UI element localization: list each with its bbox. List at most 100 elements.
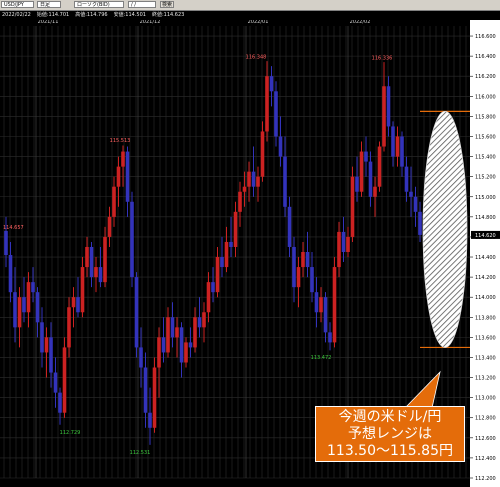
candle-body [107, 216, 112, 237]
candle-body [359, 151, 364, 192]
candle-body [202, 312, 206, 328]
candle-body [139, 347, 143, 368]
candle-body [382, 86, 386, 147]
candle-body [206, 282, 211, 313]
date-input[interactable]: / / [128, 1, 156, 8]
candle-body [67, 307, 71, 348]
candle-body [233, 211, 238, 247]
candle-body [224, 241, 229, 268]
search-button[interactable]: 検索 [160, 1, 174, 8]
candle-body [71, 297, 76, 308]
candle-body [98, 267, 103, 283]
candle-body [238, 191, 242, 212]
candle-body [400, 136, 404, 167]
callout-line-1: 今週の米ドル/円 [338, 409, 442, 425]
low-label-nov: 112.729 [60, 430, 81, 436]
candle-body [251, 171, 256, 187]
candle-body [85, 246, 89, 268]
y-tick-label: 112.800 [475, 416, 496, 422]
candle-body [229, 241, 233, 247]
x-tick-label: 2021/12 [140, 20, 161, 25]
y-tick-label: 113.400 [475, 355, 496, 361]
candle-body [301, 252, 305, 268]
y-tick-label: 112.600 [475, 436, 496, 442]
candle-body [260, 131, 265, 177]
candle-body [170, 317, 175, 338]
candle-body [418, 211, 422, 235]
callout-line-3: 113.50〜115.85円 [327, 443, 453, 459]
timeframe-select[interactable]: 日足 [37, 1, 61, 8]
info-high: 高値:114.796 [75, 12, 108, 18]
ohlc-info-bar: 2022/02/22 始値:114.701 高値:114.796 安値:114.501… [0, 11, 500, 19]
y-tick-label: 116.600 [475, 34, 496, 40]
candle-body [265, 76, 269, 132]
high-label-jan: 116.348 [246, 54, 267, 60]
toolbar: USD/JPY 日足 ローソク(BID) / / 検索 [0, 0, 500, 11]
candle-body [332, 267, 337, 343]
candle-body [112, 186, 116, 217]
y-tick-label: 116.000 [475, 94, 496, 100]
candle-body [4, 230, 8, 256]
candle-body [242, 186, 247, 192]
candle-body [80, 267, 85, 313]
candle-body [22, 297, 26, 313]
candle-body [328, 332, 332, 343]
candle-body [409, 191, 413, 197]
candle-body [341, 231, 346, 252]
candle-body [292, 246, 296, 288]
candle-body [283, 156, 287, 207]
candle-body [31, 282, 35, 293]
candle-body [76, 297, 80, 313]
y-tick-label: 113.800 [475, 315, 496, 321]
y-tick-label: 114.000 [475, 295, 496, 301]
candle-body [103, 236, 107, 283]
candle-body [323, 297, 328, 333]
candle-body [143, 367, 148, 413]
candle-body [274, 91, 278, 137]
candle-body [247, 171, 251, 187]
x-tick-label: 2022/02 [350, 20, 371, 25]
symbol-select[interactable]: USD/JPY [1, 1, 34, 8]
low-label-jan: 113.472 [311, 355, 332, 361]
high-label-feb: 116.336 [372, 56, 393, 62]
candle-body [305, 252, 310, 268]
candle-body [256, 176, 260, 187]
chart-style-select[interactable]: ローソク(BID) [74, 1, 124, 8]
x-tick-label: 2022/01 [248, 20, 269, 25]
candle-body [89, 246, 94, 278]
left-edge-label: 114.657 [3, 225, 24, 231]
candle-body [319, 297, 323, 313]
candle-body [314, 292, 319, 313]
candle-body [337, 231, 341, 268]
y-tick-label: 113.600 [475, 335, 496, 341]
candle-body [35, 292, 40, 323]
candle-body [278, 136, 283, 157]
candle-body [94, 267, 98, 278]
candle-body [40, 322, 44, 353]
candle-body [220, 257, 224, 268]
candle-body [148, 412, 152, 428]
candle-body [287, 206, 292, 247]
candle-body [116, 166, 121, 187]
candle-body [157, 337, 161, 368]
candle-body [215, 257, 220, 293]
y-tick-label: 116.400 [475, 54, 496, 60]
info-low: 安値:114.501 [113, 12, 146, 18]
candle-body [188, 342, 193, 348]
y-tick-label: 115.600 [475, 134, 496, 140]
candle-body [13, 292, 17, 328]
candle-body [175, 327, 179, 338]
y-tick-label: 114.200 [475, 275, 496, 281]
y-tick-label: 113.000 [475, 396, 496, 402]
candle-body [395, 136, 400, 157]
candle-body [121, 151, 125, 167]
candle-body [130, 201, 134, 278]
y-tick-label: 112.200 [475, 476, 496, 482]
y-tick-label: 115.800 [475, 114, 496, 120]
candle-body [49, 337, 53, 373]
candle-body [386, 86, 391, 127]
candle-body [296, 267, 301, 288]
candle-body [62, 347, 67, 413]
candle-body [269, 76, 274, 92]
candle-body [179, 327, 184, 363]
